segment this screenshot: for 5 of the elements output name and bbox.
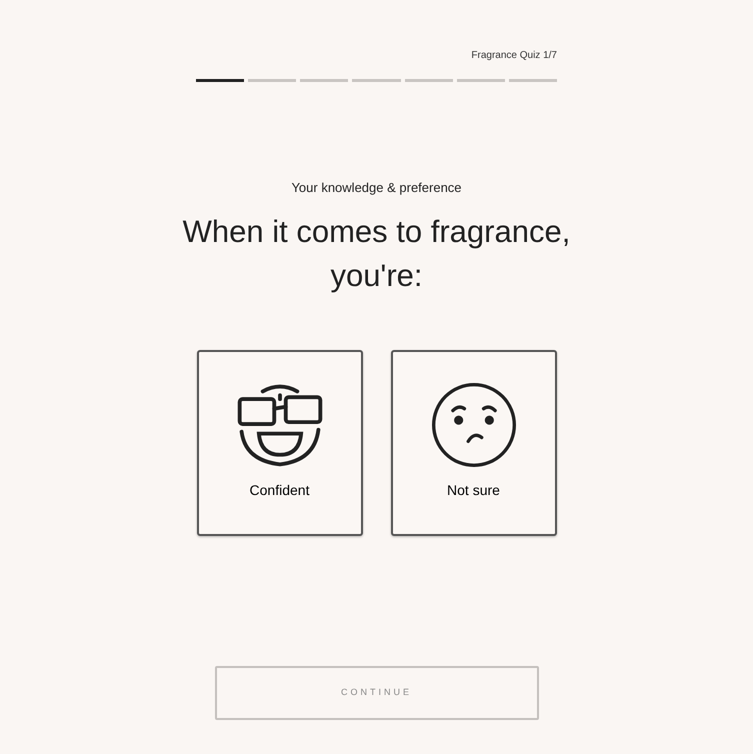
question-heading: When it comes to fragrance, you're:	[182, 212, 572, 294]
answer-option[interactable]: Not sure	[390, 350, 556, 536]
answer-option[interactable]: Confident	[196, 350, 362, 536]
quiz-step-label: Fragrance Quiz 1/7	[471, 49, 557, 63]
question-subtitle: Your knowledge & preference	[290, 179, 463, 197]
